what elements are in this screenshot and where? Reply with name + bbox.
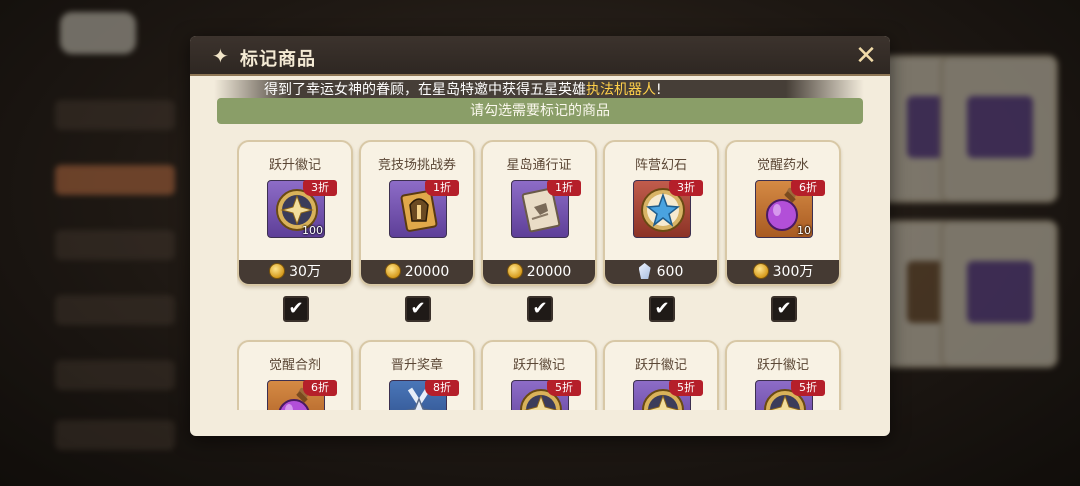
item-price: 300万: [772, 264, 814, 280]
item-quantity: 100: [302, 224, 323, 237]
item-price: 30万: [289, 264, 321, 280]
crystal-icon: [638, 263, 651, 279]
item-card[interactable]: 跃升徽记 5折: [603, 340, 719, 410]
item-card[interactable]: 跃升徽记 5折: [481, 340, 597, 410]
item-price: 20000: [526, 264, 572, 280]
item-card[interactable]: 觉醒合剂 6折: [237, 340, 353, 410]
item-price: 20000: [404, 264, 450, 280]
ticker-end: !: [656, 82, 662, 98]
item-card[interactable]: 觉醒药水 6折 10 300万: [725, 140, 841, 286]
item-name: 跃升徽记: [512, 358, 565, 373]
announcement-ticker: 得到了幸运女神的眷顾，在星岛特邀中获得五星英雄执法机器人!: [214, 80, 864, 100]
instruction-bar: 请勾选需要标记的商品: [217, 98, 863, 124]
mark-checkbox[interactable]: ✔: [771, 296, 797, 322]
ticker-text: 得到了幸运女神的眷顾，在星岛特邀中获得五星英雄: [264, 82, 586, 98]
coin-icon: [506, 263, 523, 279]
discount-badge: 5折: [547, 380, 581, 396]
item-price: 600: [656, 264, 684, 280]
item-card[interactable]: 竞技场挑战券 1折 20000: [359, 140, 475, 286]
item-name: 晋升奖章: [390, 358, 443, 373]
item-name: 竞技场挑战券: [377, 158, 456, 173]
item-name: 阵营幻石: [634, 158, 687, 173]
discount-badge: 6折: [791, 180, 825, 196]
dialog-header: ✦ 标记商品 ✕: [190, 36, 890, 76]
item-name: 星岛通行证: [506, 158, 572, 173]
item-name: 跃升徽记: [634, 358, 687, 373]
mark-checkbox[interactable]: ✔: [649, 296, 675, 322]
discount-badge: 3折: [303, 180, 337, 196]
mark-checkbox[interactable]: ✔: [527, 296, 553, 322]
discount-badge: 6折: [303, 380, 337, 396]
item-card[interactable]: 星岛通行证 1折 20000: [481, 140, 597, 286]
coin-icon: [269, 263, 286, 279]
price-bar: 20000: [483, 260, 595, 284]
mark-checkbox[interactable]: ✔: [283, 296, 309, 322]
item-name: 跃升徽记: [268, 158, 321, 173]
item-card[interactable]: 跃升徽记 3折 100 30万: [237, 140, 353, 286]
item-quantity: 10: [797, 224, 811, 237]
coin-icon: [384, 263, 401, 279]
price-bar: 20000: [361, 260, 473, 284]
item-card[interactable]: 阵营幻石 3折 600: [603, 140, 719, 286]
item-card[interactable]: 跃升徽记 5折: [725, 340, 841, 410]
item-card[interactable]: 晋升奖章 8折: [359, 340, 475, 410]
item-name: 觉醒药水: [756, 158, 809, 173]
discount-badge: 5折: [669, 380, 703, 396]
coin-icon: [752, 263, 769, 279]
item-name: 觉醒合剂: [268, 358, 321, 373]
price-bar: 600: [605, 260, 717, 284]
price-bar: 300万: [727, 260, 839, 284]
discount-badge: 5折: [791, 380, 825, 396]
price-bar: 30万: [239, 260, 351, 284]
dialog-title: 标记商品: [240, 49, 316, 70]
discount-badge: 1折: [425, 180, 459, 196]
discount-badge: 3折: [669, 180, 703, 196]
sparkle-icon: ✦: [212, 44, 229, 68]
close-button[interactable]: ✕: [850, 40, 882, 72]
item-grid[interactable]: 跃升徽记 3折 100 30万 ✔ 竞技场挑战券 1折 20000 ✔ 星岛通行证 1折 20000 ✔…: [237, 140, 847, 410]
mark-checkbox[interactable]: ✔: [405, 296, 431, 322]
discount-badge: 8折: [425, 380, 459, 396]
item-name: 跃升徽记: [756, 358, 809, 373]
ticker-highlight: 执法机器人: [586, 82, 656, 98]
mark-items-dialog: ✦ 标记商品 ✕ 得到了幸运女神的眷顾，在星岛特邀中获得五星英雄执法机器人! 请…: [190, 36, 890, 436]
discount-badge: 1折: [547, 180, 581, 196]
